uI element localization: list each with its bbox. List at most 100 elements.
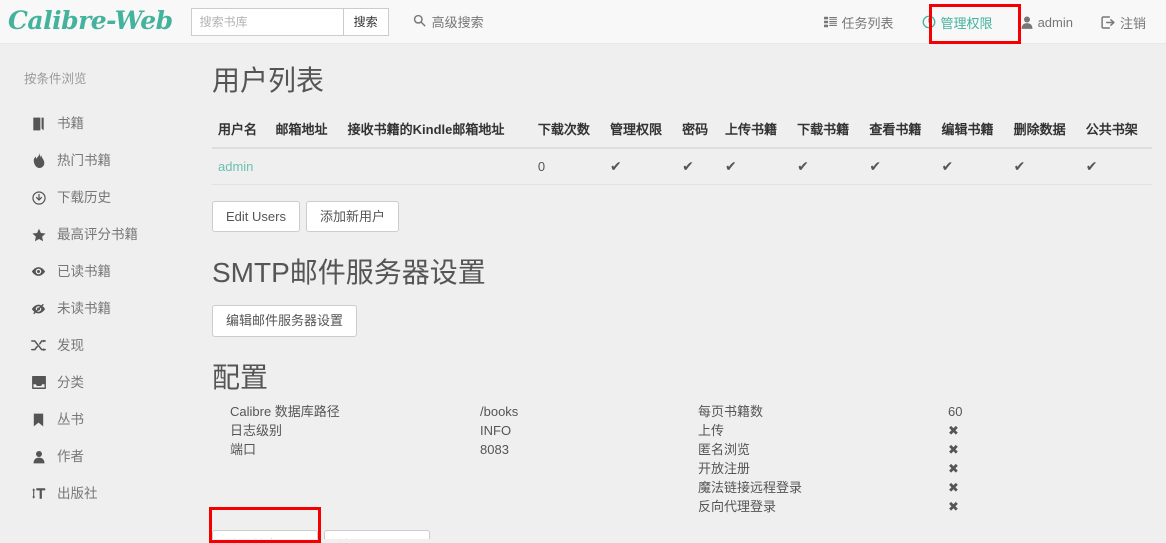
nav-item-admin-permissions[interactable]: 管理权限	[908, 13, 1007, 32]
config-section-title: 配置	[212, 363, 1152, 394]
search-button[interactable]: 搜索	[343, 8, 389, 36]
users-buttons: Edit Users 添加新用户	[212, 201, 1152, 233]
col-public-shelf: 公共书架	[1080, 111, 1152, 148]
advanced-search-link[interactable]: 高级搜索	[413, 12, 484, 31]
config-key-magic-link: 魔法链接远程登录	[698, 478, 948, 497]
sidebar-label-categories: 分类	[57, 376, 84, 390]
nav-item-logout[interactable]: 注销	[1087, 13, 1160, 32]
config-key-port: 端口	[230, 440, 480, 459]
cell-delete: ✔	[1008, 148, 1080, 185]
col-upload: 上传书籍	[719, 111, 791, 148]
config-left-values: /books INFO 8083	[480, 402, 682, 516]
sidebar-label-top-rated: 最高评分书籍	[57, 228, 138, 242]
sidebar-item-discover[interactable]: 发现	[0, 327, 200, 364]
sidebar-item-download-history[interactable]: 下载历史	[0, 179, 200, 216]
user-icon	[1021, 16, 1033, 29]
col-view: 查看书籍	[863, 111, 935, 148]
col-username: 用户名	[212, 111, 270, 148]
users-table-header-row: 用户名 邮箱地址 接收书籍的Kindle邮箱地址 下载次数 管理权限 密码 上传…	[212, 111, 1152, 148]
logout-icon	[1101, 16, 1115, 29]
cell-username: admin	[212, 148, 270, 185]
config-value-upload: ✖	[948, 421, 1152, 440]
advanced-search-label: 高级搜索	[432, 12, 484, 31]
col-password: 密码	[676, 111, 719, 148]
sidebar-item-series[interactable]: 丛书	[0, 401, 200, 438]
config-value-books-per-page: 60	[948, 402, 1152, 421]
cell-password: ✔	[676, 148, 719, 185]
sidebar-label-download-history: 下载历史	[57, 191, 111, 205]
config-buttons: 编辑基本配置 编辑界面配置	[212, 530, 1152, 539]
sidebar-label-unread-books: 未读书籍	[57, 302, 111, 316]
download-circle-icon	[30, 191, 47, 205]
col-delete: 删除数据	[1008, 111, 1080, 148]
body-wrapper: 按条件浏览 书籍 热门书籍	[0, 44, 1166, 539]
cell-kindle-email	[342, 148, 532, 185]
smtp-section-title: SMTP邮件服务器设置	[212, 258, 1152, 289]
add-new-user-button[interactable]: 添加新用户	[306, 201, 399, 233]
sidebar-item-hot-books[interactable]: 热门书籍	[0, 142, 200, 179]
navbar-right-group: 任务列表 管理权限 admin	[810, 0, 1160, 44]
nav-label-logout: 注销	[1120, 13, 1146, 32]
sidebar-item-authors[interactable]: 作者	[0, 438, 200, 475]
config-key-log-level: 日志级别	[230, 421, 480, 440]
eye-slash-icon	[30, 303, 47, 315]
nav-item-user[interactable]: admin	[1007, 15, 1087, 30]
users-table-head: 用户名 邮箱地址 接收书籍的Kindle邮箱地址 下载次数 管理权限 密码 上传…	[212, 111, 1152, 148]
sidebar-item-read-books[interactable]: 已读书籍	[0, 253, 200, 290]
col-download: 下载书籍	[791, 111, 863, 148]
sidebar-label-series: 丛书	[57, 413, 84, 427]
table-row[interactable]: admin 0 ✔ ✔ ✔ ✔ ✔ ✔ ✔ ✔	[212, 148, 1152, 185]
config-key-db-path: Calibre 数据库路径	[230, 402, 480, 421]
cell-download: ✔	[791, 148, 863, 185]
cell-view: ✔	[863, 148, 935, 185]
users-section-title: 用户列表	[212, 66, 1152, 97]
cell-public-shelf: ✔	[1080, 148, 1152, 185]
random-icon	[30, 339, 47, 352]
bookmark-icon	[30, 413, 47, 427]
user-link-admin[interactable]: admin	[218, 159, 253, 174]
app-logo[interactable]: Calibre-Web	[8, 8, 173, 35]
nav-label-admin-permissions: 管理权限	[941, 13, 993, 32]
col-admin: 管理权限	[604, 111, 676, 148]
book-icon	[30, 117, 47, 131]
sidebar-label-authors: 作者	[57, 450, 84, 464]
sidebar-item-top-rated[interactable]: 最高评分书籍	[0, 216, 200, 253]
col-kindle-email: 接收书籍的Kindle邮箱地址	[342, 111, 532, 148]
edit-ui-config-button[interactable]: 编辑界面配置	[324, 530, 430, 539]
clock-icon	[922, 15, 936, 29]
sidebar-title: 按条件浏览	[24, 68, 200, 87]
sidebar-item-books[interactable]: 书籍	[0, 105, 200, 142]
col-email: 邮箱地址	[270, 111, 342, 148]
config-right-column: 每页书籍数 上传 匿名浏览 开放注册 魔法链接远程登录 反向代理登录 60 ✖ …	[682, 402, 1152, 516]
edit-users-button[interactable]: Edit Users	[212, 201, 300, 233]
eye-icon	[30, 266, 47, 277]
search-input[interactable]	[191, 8, 343, 36]
inbox-icon	[30, 376, 47, 389]
config-key-public-reg: 开放注册	[698, 459, 948, 478]
col-downloads: 下载次数	[532, 111, 604, 148]
users-table-body: admin 0 ✔ ✔ ✔ ✔ ✔ ✔ ✔ ✔	[212, 148, 1152, 185]
config-key-reverse-proxy: 反向代理登录	[698, 497, 948, 516]
user-icon	[30, 450, 47, 464]
edit-smtp-settings-button[interactable]: 编辑邮件服务器设置	[212, 305, 357, 337]
cell-edit: ✔	[935, 148, 1007, 185]
config-left-column: Calibre 数据库路径 日志级别 端口 /books INFO 8083	[212, 402, 682, 516]
nav-label-tasks: 任务列表	[842, 13, 894, 32]
config-key-anonymous: 匿名浏览	[698, 440, 948, 459]
cell-admin: ✔	[604, 148, 676, 185]
config-grid: Calibre 数据库路径 日志级别 端口 /books INFO 8083 每…	[212, 402, 1152, 516]
nav-label-user: admin	[1038, 15, 1073, 30]
search-icon	[413, 14, 426, 30]
config-value-log-level: INFO	[480, 421, 682, 440]
col-edit: 编辑书籍	[935, 111, 1007, 148]
fire-icon	[30, 153, 47, 168]
edit-basic-config-button[interactable]: 编辑基本配置	[212, 530, 318, 539]
cell-email	[270, 148, 342, 185]
sidebar: 按条件浏览 书籍 热门书籍	[0, 44, 200, 539]
sidebar-item-categories[interactable]: 分类	[0, 364, 200, 401]
nav-item-tasks[interactable]: 任务列表	[810, 13, 908, 32]
main-content: 用户列表 用户名 邮箱地址 接收书籍的Kindle邮箱地址 下载次数 管理权限 …	[200, 44, 1166, 539]
sidebar-item-publishers[interactable]: 出版社	[0, 475, 200, 512]
sidebar-item-unread-books[interactable]: 未读书籍	[0, 290, 200, 327]
config-value-reverse-proxy: ✖	[948, 497, 1152, 516]
